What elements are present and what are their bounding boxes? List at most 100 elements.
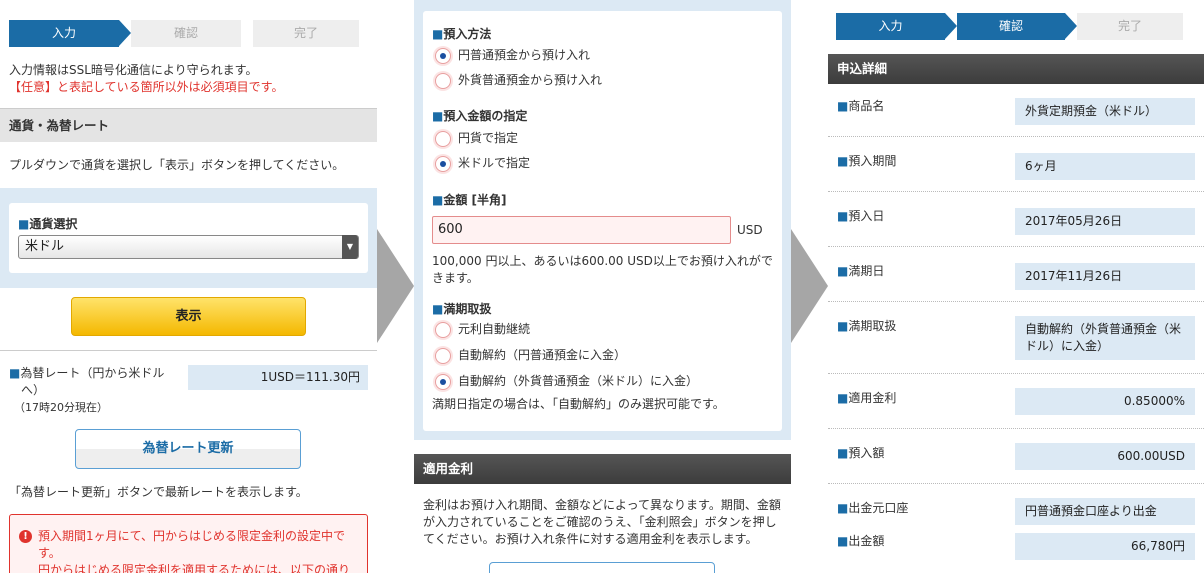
detail-value-line1: 自動解約（外貨普通預金（米 (1025, 322, 1182, 336)
currency-label: ■通貨選択 (18, 216, 77, 233)
maturity-label-text: 満期取扱 (443, 302, 492, 316)
detail-row: ■預入期間 6ヶ月 (828, 137, 1204, 192)
rate-refresh-button[interactable]: 為替レート更新 (75, 429, 301, 469)
detail-row: ■預入日 2017年05月26日 (828, 192, 1204, 247)
ssl-note: 入力情報はSSL暗号化通信により守られます。 (9, 63, 258, 77)
detail-label: ■満期日 (837, 264, 885, 278)
detail-row: ■出金元口座 円普通預金口座より出金 (828, 484, 1204, 528)
rate-note-line1: 金利はお預け入れ期間、金額などによって異なります。期間、金額 (423, 498, 781, 512)
detail-label: ■預入期間 (837, 154, 897, 168)
rate-time: （17時20分現在） (14, 401, 108, 414)
required-note: 【任意】と表記している箇所以外は必須項目です。 (9, 80, 284, 94)
deposit-method-label-text: 預入方法 (443, 27, 492, 41)
maturity-note: 満期日指定の場合は、「自動解約」のみ選択可能です。 (432, 397, 725, 411)
amount-option-yen: 円貨で指定 (458, 131, 519, 145)
detail-value: 2017年11月26日 (1015, 263, 1195, 290)
currency-select-area: ■通貨選択 米ドル ▼ (0, 188, 377, 288)
input-screen-panel: 入力 確認 完了 入力情報はSSL暗号化通信により守られます。 【任意】と表記し… (0, 0, 377, 573)
maturity-label: ■満期取扱 (432, 301, 491, 318)
step-confirm: 確認 (131, 20, 241, 47)
step-complete: 完了 (253, 20, 359, 47)
deposit-option-foreign: 外貨普通預金から預け入れ (458, 73, 603, 87)
detail-value: 6ヶ月 (1015, 153, 1195, 180)
refresh-note: 「為替レート更新」ボタンで最新レートを表示します。 (9, 485, 308, 499)
radio-deposit-yen[interactable] (435, 48, 451, 64)
progress-steps: 入力 確認 完了 (836, 13, 1183, 40)
detail-row: ■商品名 外貨定期預金（米ドル） (828, 84, 1204, 137)
square-icon: ■ (432, 27, 444, 41)
detail-label: ■適用金利 (837, 391, 897, 405)
square-icon: ■ (9, 366, 21, 380)
currency-select-card: ■通貨選択 米ドル ▼ (9, 203, 368, 273)
square-icon: ■ (837, 391, 849, 405)
detail-value: 66,780円 (1015, 533, 1195, 560)
divider (0, 350, 377, 351)
detail-value: 外貨定期預金（米ドル） (1015, 98, 1195, 125)
maturity-option-yen: 自動解約（円普通預金に入金） (458, 348, 627, 362)
flow-arrow-icon (791, 229, 828, 343)
deposit-option-yen: 円普通預金から預け入れ (458, 48, 591, 62)
currency-label-text: 通貨選択 (29, 217, 78, 231)
square-icon: ■ (837, 154, 849, 168)
currency-dropdown[interactable]: 米ドル ▼ (18, 235, 359, 259)
radio-amount-usd[interactable] (435, 156, 451, 172)
step-complete: 完了 (1077, 13, 1183, 40)
amount-unit: USD (737, 223, 763, 237)
detail-value: 自動解約（外貨普通預金（米 ドル）に入金） (1015, 316, 1195, 360)
radio-maturity-foreign[interactable] (435, 374, 451, 390)
square-icon: ■ (837, 319, 849, 333)
warning-line1: 預入期間1ヶ月にて、円からはじめる限定金利の設定中で (38, 529, 346, 543)
detail-value: 600.00USD (1015, 443, 1195, 470)
maturity-option-foreign: 自動解約（外貨普通預金（米ドル）に入金） (458, 374, 699, 388)
progress-steps: 入力 確認 完了 (9, 20, 359, 47)
section-title-rate: 適用金利 (414, 454, 791, 484)
detail-label: ■満期取扱 (837, 319, 897, 333)
square-icon: ■ (837, 99, 849, 113)
radio-maturity-renew[interactable] (435, 322, 451, 338)
detail-label: ■預入日 (837, 209, 885, 223)
amount-spec-label-text: 預入金額の指定 (443, 109, 528, 123)
amount-note-line1: 100,000 円以上、あるいは600.00 USD以上でお預け入れがで (432, 254, 773, 268)
radio-amount-yen[interactable] (435, 131, 451, 147)
square-icon: ■ (432, 193, 444, 207)
rate-label-line1: 為替レート（円から米ドル (20, 366, 165, 380)
warning-line3: 円からはじめる限定金利を適用するためには、以下の通り (38, 563, 351, 573)
amount-input[interactable]: 600 (432, 216, 731, 244)
detail-row: ■預入額 600.00USD (828, 429, 1204, 484)
currency-instruction: プルダウンで通貨を選択し「表示」ボタンを押してください。 (9, 158, 345, 172)
square-icon: ■ (18, 217, 30, 231)
warning-line2: す。 (38, 546, 61, 560)
rate-note-line2: が入力されていることをご確認のうえ、「金利照会」ボタンを押し (423, 515, 777, 529)
maturity-option-renew: 元利自動継続 (458, 322, 531, 336)
amount-label-text: 金額 [半角] (443, 193, 507, 207)
rate-note-line3: てください。お預け入れ条件に対する適用金利を表示します。 (423, 532, 758, 546)
rate-label-line2: へ） (21, 383, 46, 397)
amount-label: ■金額 [半角] (432, 192, 507, 209)
currency-selected-value: 米ドル (25, 239, 65, 254)
confirm-screen-panel: 入力 確認 完了 申込詳細 ■商品名 外貨定期預金（米ドル） ■預入期間 6ヶ月… (828, 0, 1204, 573)
rate-inquiry-button[interactable] (489, 562, 715, 573)
radio-deposit-foreign[interactable] (435, 73, 451, 89)
exclamation-icon: ! (19, 530, 32, 543)
square-icon: ■ (837, 264, 849, 278)
show-button[interactable]: 表示 (71, 297, 306, 336)
square-icon: ■ (837, 534, 849, 548)
step-input: 入力 (836, 13, 957, 40)
detail-row: ■満期日 2017年11月26日 (828, 247, 1204, 302)
detail-label: ■出金元口座 (837, 501, 909, 515)
detail-row: ■満期取扱 自動解約（外貨普通預金（米 ドル）に入金） (828, 302, 1204, 374)
detail-label: ■出金額 (837, 534, 885, 548)
detail-row: ■出金額 66,780円 (828, 528, 1204, 573)
warning-box: ! 預入期間1ヶ月にて、円からはじめる限定金利の設定中で す。 円からはじめる限… (9, 514, 368, 573)
form-area: ■預入方法 円普通預金から預け入れ 外貨普通預金から預け入れ ■預入金額の指定 … (414, 0, 791, 440)
step-input: 入力 (9, 20, 131, 47)
chevron-down-icon: ▼ (342, 235, 358, 259)
input-form-panel: ■預入方法 円普通預金から預け入れ 外貨普通預金から預け入れ ■預入金額の指定 … (414, 0, 791, 573)
amount-note-line2: きます。 (432, 271, 479, 285)
rate-value: 1USD＝111.30円 (188, 365, 368, 390)
amount-option-usd: 米ドルで指定 (458, 156, 531, 170)
radio-maturity-yen[interactable] (435, 348, 451, 364)
form-card: ■預入方法 円普通預金から預け入れ 外貨普通預金から預け入れ ■預入金額の指定 … (423, 11, 782, 431)
rate-label: ■為替レート（円から米ドル (9, 365, 164, 382)
square-icon: ■ (432, 109, 444, 123)
